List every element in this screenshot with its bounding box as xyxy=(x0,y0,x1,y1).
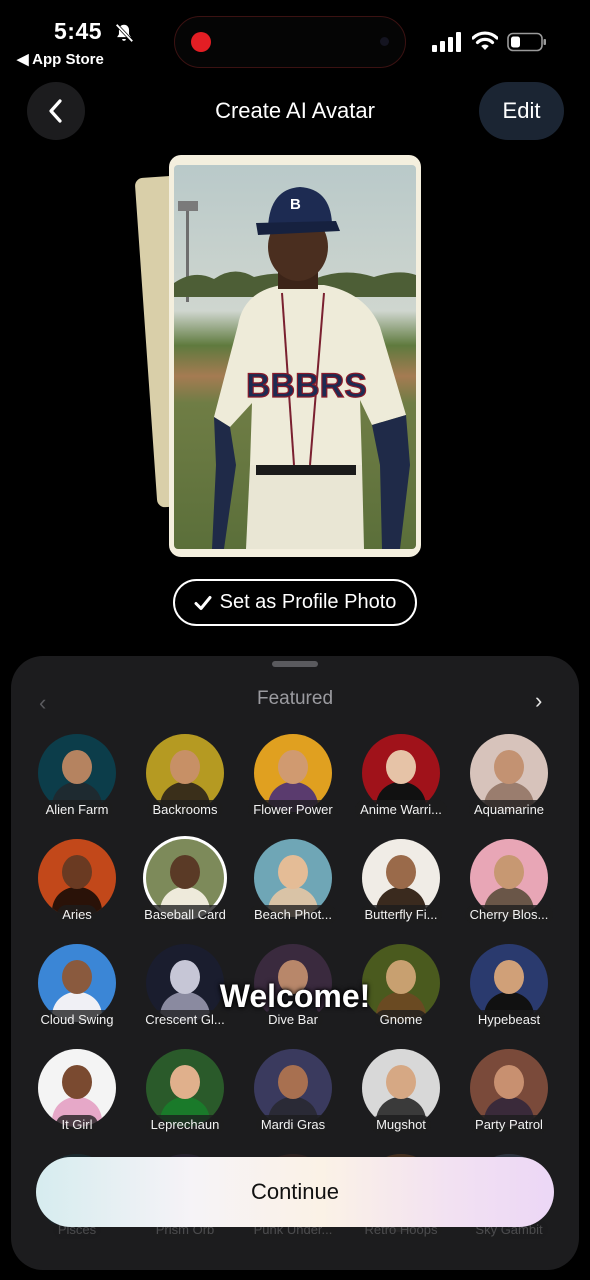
avatar-preview-card[interactable]: B BBBRS xyxy=(169,155,421,557)
style-item[interactable]: Mardi Gras xyxy=(239,1049,347,1134)
style-label: Backrooms xyxy=(147,800,223,819)
back-to-app-store-link[interactable]: ◀ App Store xyxy=(17,50,104,68)
style-label: Leprechaun xyxy=(145,1115,225,1134)
checkmark-icon xyxy=(194,595,212,610)
set-as-profile-photo-label: Set as Profile Photo xyxy=(219,591,397,613)
wifi-icon xyxy=(472,31,498,50)
style-item[interactable]: Party Patrol xyxy=(455,1049,563,1134)
sheet-title: Featured xyxy=(256,688,334,709)
jersey-lettering: BBBRS xyxy=(246,367,367,405)
style-label: Flower Power xyxy=(248,800,338,819)
style-item[interactable]: It Girl xyxy=(23,1049,131,1134)
style-item[interactable]: Aquamarine xyxy=(455,734,563,819)
style-label: Aries xyxy=(57,905,97,924)
continue-button[interactable]: Continue xyxy=(36,1157,554,1227)
battery-icon xyxy=(507,32,546,52)
style-label: Mardi Gras xyxy=(255,1115,331,1134)
style-item[interactable]: Anime Warri... xyxy=(347,734,455,819)
sheet-drag-handle[interactable] xyxy=(272,661,318,667)
style-item[interactable]: Alien Farm xyxy=(23,734,131,819)
style-label: Aquamarine xyxy=(468,800,550,819)
style-label: Party Patrol xyxy=(470,1115,548,1134)
style-label: Mugshot xyxy=(371,1115,431,1134)
style-label: Anime Warri... xyxy=(355,800,447,819)
avatar-preview-image: B BBBRS xyxy=(174,165,416,549)
style-item[interactable]: Beach Phot... xyxy=(239,839,347,924)
style-label: Beach Phot... xyxy=(248,905,338,924)
cap-letter: B xyxy=(290,196,301,213)
style-item[interactable]: Butterfly Fi... xyxy=(347,839,455,924)
style-label: Butterfly Fi... xyxy=(359,905,443,924)
style-item[interactable]: Mugshot xyxy=(347,1049,455,1134)
style-item[interactable]: Cherry Blos... xyxy=(455,839,563,924)
camera-icon xyxy=(380,37,389,46)
dynamic-island xyxy=(174,16,406,68)
style-item[interactable]: Baseball Card xyxy=(131,839,239,924)
style-label: Cherry Blos... xyxy=(464,905,554,924)
cellular-signal-icon xyxy=(432,32,461,52)
style-label: Alien Farm xyxy=(40,800,114,819)
style-label: Baseball Card xyxy=(139,905,231,924)
style-item[interactable]: Leprechaun xyxy=(131,1049,239,1134)
style-item[interactable]: Flower Power xyxy=(239,734,347,819)
set-as-profile-photo-button[interactable]: Set as Profile Photo xyxy=(173,579,417,626)
bell-muted-icon xyxy=(115,23,134,43)
style-item[interactable]: Aries xyxy=(23,839,131,924)
status-time: 5:45 xyxy=(54,18,103,44)
edit-button[interactable]: Edit xyxy=(479,82,564,140)
style-label: It Girl xyxy=(56,1115,98,1134)
style-item[interactable]: Backrooms xyxy=(131,734,239,819)
recording-indicator-icon xyxy=(191,32,211,52)
welcome-overlay-text: Welcome! xyxy=(219,978,371,1014)
chevron-right-icon[interactable]: › xyxy=(535,688,542,714)
